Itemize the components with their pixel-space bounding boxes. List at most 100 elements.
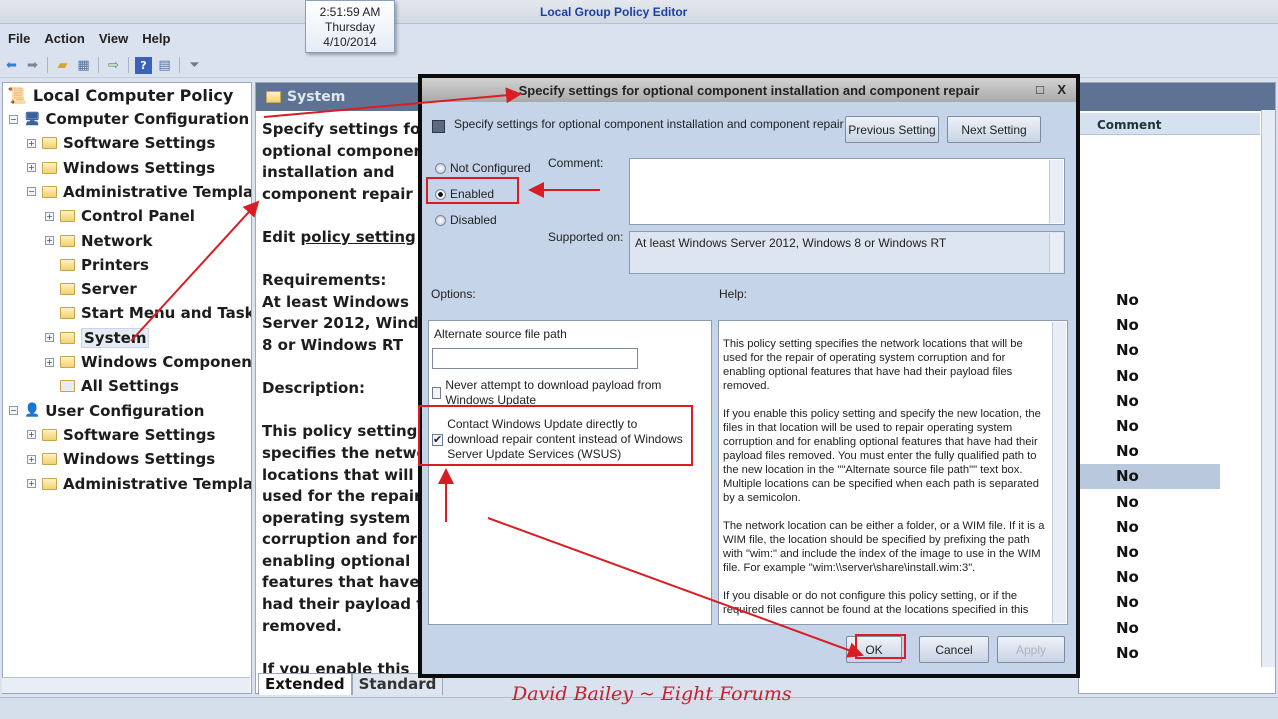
tree-item[interactable]: + Administrative Templates [27,473,251,495]
next-setting-button[interactable]: Next Setting [947,116,1041,143]
tree-item[interactable]: + Windows Components [45,351,252,373]
never-download-label: Never attempt to download payload from W… [445,378,662,407]
list-row-comment[interactable]: No [1078,338,1220,363]
expand-icon[interactable]: + [27,479,36,488]
up-folder-icon[interactable]: ▰ [54,57,71,74]
list-row-comment[interactable]: No [1078,389,1220,414]
list-row-comment[interactable]: No [1078,590,1220,615]
tree-item[interactable]: Server [45,278,137,300]
tree-item[interactable]: Printers [45,254,149,276]
tree-item[interactable]: + Windows Settings [27,157,215,179]
folder-icon [266,91,281,103]
back-arrow-icon[interactable]: ⬅ [3,57,20,74]
options-panel: Alternate source file path Never attempt… [428,320,712,625]
expand-icon[interactable]: + [27,454,36,464]
tree-item[interactable]: − Administrative Templates [27,181,251,203]
folder-icon [60,210,75,223]
menu-file[interactable]: File [8,27,37,51]
tree-item[interactable]: All Settings [45,375,179,397]
tree-item[interactable]: + Software Settings [27,132,215,154]
list-row-comment[interactable]: No [1078,313,1220,338]
tree-item[interactable]: + Software Settings [27,424,215,446]
folder-icon [42,137,57,150]
apply-button[interactable]: Apply [997,636,1065,663]
menu-view[interactable]: View [99,27,135,51]
folder-icon [60,234,75,247]
folder-icon [60,331,75,344]
collapse-icon[interactable]: − [9,114,18,124]
tab-extended[interactable]: Extended [258,673,352,695]
list-row-comment[interactable]: No [1078,464,1220,490]
tree-item[interactable]: + Control Panel [45,205,195,227]
tree-item[interactable]: + Network [45,230,152,252]
filter-icon[interactable]: ⏷ [186,57,203,74]
list-row-comment[interactable]: No [1078,616,1220,641]
tree-item[interactable]: − 🖥 Computer Configuration [9,108,249,130]
list-row-comment[interactable]: No [1078,439,1220,464]
help-icon[interactable]: ? [135,56,152,74]
list-row-comment[interactable]: No [1078,414,1220,439]
show-hide-tree-icon[interactable]: ▦ [75,57,92,74]
maximize-button[interactable]: □ [1036,82,1044,97]
export-list-icon[interactable]: ⇨ [105,57,122,74]
list-row-comment[interactable]: No [1078,565,1220,590]
expand-icon[interactable]: + [45,357,54,367]
expand-icon[interactable]: + [45,333,54,343]
list-row-comment[interactable]: No [1078,364,1220,389]
supported-scrollbar[interactable] [1049,233,1063,272]
expand-icon[interactable]: + [27,430,36,440]
list-vertical-scrollbar[interactable] [1261,110,1275,667]
list-row-comment[interactable]: No [1078,515,1220,540]
comment-textarea[interactable] [629,158,1065,225]
dialog-title-bar: Specify settings for optional component … [422,78,1076,102]
alternate-path-input[interactable] [432,348,638,369]
tree-item-label: System [81,327,150,348]
annotation-box-enabled [426,177,519,204]
options-label: Options: [431,287,476,301]
previous-setting-button[interactable]: Previous Setting [845,116,939,143]
never-download-checkbox[interactable]: Never attempt to download payload from W… [432,378,672,408]
list-row-comment[interactable]: No [1078,490,1220,515]
folder-icon [60,258,75,271]
list-row-comment[interactable]: No [1078,540,1220,565]
menu-action[interactable]: Action [44,27,91,51]
expand-icon[interactable]: + [27,138,36,148]
properties-icon[interactable]: ▤ [156,57,173,74]
tree-item-label: Software Settings [63,425,216,444]
setting-icon [432,120,445,133]
radio-disabled[interactable]: Disabled [435,213,497,227]
help-scrollbar[interactable] [1052,322,1066,623]
radio-label: Not Configured [450,161,531,175]
menu-help[interactable]: Help [142,27,177,51]
forward-arrow-icon[interactable]: ➡ [24,57,41,74]
tree-item[interactable]: Start Menu and Taskbar [45,302,251,324]
policy-scroll-icon: 📜 [7,85,27,105]
expand-icon[interactable]: + [45,211,54,221]
tree-item-label: Computer Configuration [45,110,250,128]
column-header-comment[interactable]: Comment [1078,113,1260,135]
collapse-icon[interactable]: − [27,187,36,197]
tree-item[interactable]: + System [45,327,150,349]
radio-circle-icon [435,214,446,226]
close-button[interactable]: X [1057,82,1066,97]
description-text: This policy setting specifies the networ… [262,422,425,635]
expand-icon[interactable]: + [27,163,36,173]
folder-icon [42,477,57,490]
edit-policy-link[interactable]: policy setting [301,228,416,246]
alternate-path-label: Alternate source file path [434,327,567,341]
tree-root[interactable]: 📜 Local Computer Policy [7,84,233,106]
list-row-comment[interactable]: No [1078,641,1220,666]
expand-icon[interactable]: + [45,236,54,245]
tree-item[interactable]: − 👤 User Configuration [9,400,204,422]
clock-time: 2:51:59 AM [319,5,381,19]
tree-item-label: Printers [81,255,149,274]
cancel-button[interactable]: Cancel [919,636,989,663]
tree-horizontal-scrollbar[interactable] [2,677,250,693]
folder-icon [60,307,75,320]
comment-scrollbar[interactable] [1049,160,1063,223]
collapse-icon[interactable]: − [9,406,18,416]
tree-item[interactable]: + Windows Settings [27,448,215,470]
radio-not-configured[interactable]: Not Configured [435,161,531,175]
tree-item-label: Windows Components [81,353,252,371]
list-row-comment[interactable]: No [1078,288,1220,313]
